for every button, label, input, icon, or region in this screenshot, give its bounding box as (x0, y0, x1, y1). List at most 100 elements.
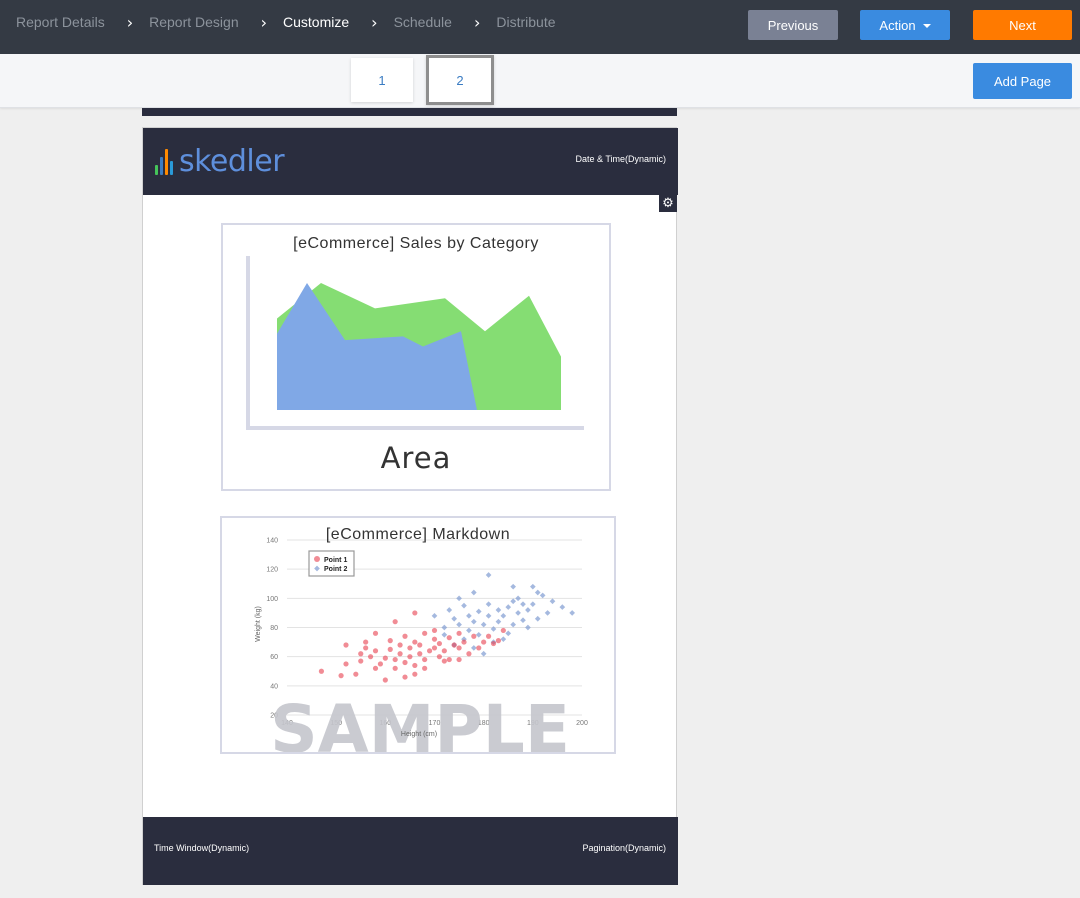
scatter-point-1 (387, 638, 393, 644)
scatter-point-2 (461, 602, 467, 609)
scatter-point-2 (485, 601, 492, 607)
scatter-point-1 (490, 640, 497, 647)
caret-down-icon (922, 23, 931, 28)
scatter-point-2 (471, 589, 477, 596)
scatter-point-1 (392, 619, 398, 625)
logo-text: skedler (179, 144, 285, 179)
next-button-label: Next (1009, 17, 1036, 33)
scatter-point-1 (363, 639, 369, 645)
area-chart-panel[interactable]: [eCommerce] Sales by Category Area (221, 223, 611, 491)
scatter-point-1 (431, 636, 438, 642)
step-report-design[interactable]: Report Design (149, 14, 239, 30)
scatter-point-1 (382, 655, 388, 661)
scatter-point-1 (466, 651, 472, 657)
scatter-point-1 (367, 654, 374, 660)
scatter-point-1 (358, 651, 364, 657)
scatter-point-1 (417, 651, 423, 657)
scatter-point-2 (515, 610, 521, 616)
legend-point1-marker (314, 556, 320, 562)
scatter-point-2 (505, 604, 512, 610)
scatter-point-2 (559, 604, 566, 610)
scatter-point-2 (505, 630, 512, 637)
scatter-point-2 (475, 608, 482, 615)
page-tabs-bar: 1 2 Add Page (0, 54, 1080, 108)
logo-bars-icon (155, 149, 175, 175)
scatter-point-1 (446, 635, 452, 641)
action-button-label: Action (879, 17, 916, 33)
scatter-point-1 (402, 659, 408, 666)
legend-point1-label: Point 1 (324, 557, 347, 564)
scatter-point-1 (402, 674, 408, 680)
scatter-point-1 (407, 645, 413, 651)
scatter-point-1 (343, 661, 349, 667)
report-page: skedler Date & Time(Dynamic) ⚙ [eCommerc… (142, 127, 678, 885)
scatter-point-2 (534, 589, 541, 596)
scatter-chart-panel[interactable]: 20 40 60 80 100 120 140 140 150 160 170 180 190 200 S… (220, 516, 616, 754)
scatter-point-1 (358, 658, 364, 664)
scatter-point-2 (549, 598, 556, 605)
footer-time-window-placeholder: Time Window(Dynamic) (154, 843, 250, 853)
chevron-right-icon: › (126, 12, 134, 32)
page-tab-1[interactable]: 1 (351, 58, 413, 102)
scatter-point-1 (431, 645, 438, 651)
scatter-point-2 (451, 615, 457, 622)
chevron-right-icon: › (260, 12, 268, 32)
add-page-button[interactable]: Add Page (973, 63, 1072, 99)
step-customize[interactable]: Customize (283, 14, 349, 30)
scatter-legend: Point 1 Point 2 (308, 550, 355, 577)
scatter-point-2 (431, 613, 438, 619)
scatter-point-2 (530, 583, 536, 590)
page-tab-label: 1 (378, 72, 386, 88)
scatter-point-1 (451, 642, 457, 648)
scatter-point-1 (436, 654, 443, 660)
footer-pagination-placeholder: Pagination(Dynamic) (582, 843, 666, 853)
scatter-point-1 (363, 645, 369, 651)
scatter-point-1 (343, 642, 349, 648)
previous-page-edge (142, 108, 677, 116)
scatter-point-2 (475, 631, 482, 638)
scatter-point-1 (446, 656, 452, 663)
report-header[interactable]: skedler Date & Time(Dynamic) (143, 128, 678, 195)
step-distribute[interactable]: Distribute (496, 14, 555, 30)
scatter-point-1 (387, 646, 393, 652)
scatter-point-1 (461, 639, 467, 645)
scatter-point-2 (485, 572, 492, 578)
y-tick-label: 60 (270, 654, 278, 661)
scatter-point-2 (510, 621, 516, 628)
skedler-logo: skedler (155, 144, 285, 179)
scatter-point-1 (407, 654, 413, 660)
scatter-point-2 (495, 618, 502, 625)
gear-icon[interactable]: ⚙ (659, 194, 677, 212)
report-footer[interactable]: Time Window(Dynamic) Pagination(Dynamic) (143, 817, 678, 885)
scatter-point-1 (412, 610, 418, 616)
scatter-point-1 (377, 661, 384, 667)
scatter-point-1 (392, 665, 398, 671)
scatter-point-2 (456, 621, 462, 628)
scatter-point-1 (476, 645, 482, 651)
next-button[interactable]: Next (973, 10, 1072, 40)
area-caption: Area (381, 441, 452, 475)
header-datetime-placeholder: Date & Time(Dynamic) (575, 154, 666, 164)
previous-button[interactable]: Previous (748, 10, 838, 40)
scatter-point-2 (480, 650, 487, 657)
x-axis-line (246, 426, 584, 430)
scatter-point-2 (520, 617, 526, 624)
action-dropdown-button[interactable]: Action (860, 10, 950, 40)
scatter-point-1 (417, 642, 423, 648)
scatter-point-2 (500, 636, 507, 642)
scatter-point-2 (456, 595, 462, 602)
page-tab-2[interactable]: 2 (426, 55, 494, 105)
scatter-point-1 (353, 671, 359, 677)
scatter-point-2 (525, 624, 531, 631)
scatter-chart-svg: 20406080100120140140 150 160 170 180 190 200 S… (255, 538, 588, 753)
scatter-point-1 (441, 648, 447, 654)
scatter-point-1 (372, 630, 379, 636)
step-schedule[interactable]: Schedule (394, 14, 452, 30)
y-axis-label: Weight (kg) (255, 606, 262, 642)
step-report-details[interactable]: Report Details (16, 14, 105, 30)
scatter-point-2 (495, 607, 502, 613)
wizard-steps: Report Details › Report Design › Customi… (16, 0, 556, 44)
scatter-point-2 (510, 583, 516, 590)
scatter-point-1 (495, 638, 502, 644)
scatter-point-1 (431, 627, 438, 634)
